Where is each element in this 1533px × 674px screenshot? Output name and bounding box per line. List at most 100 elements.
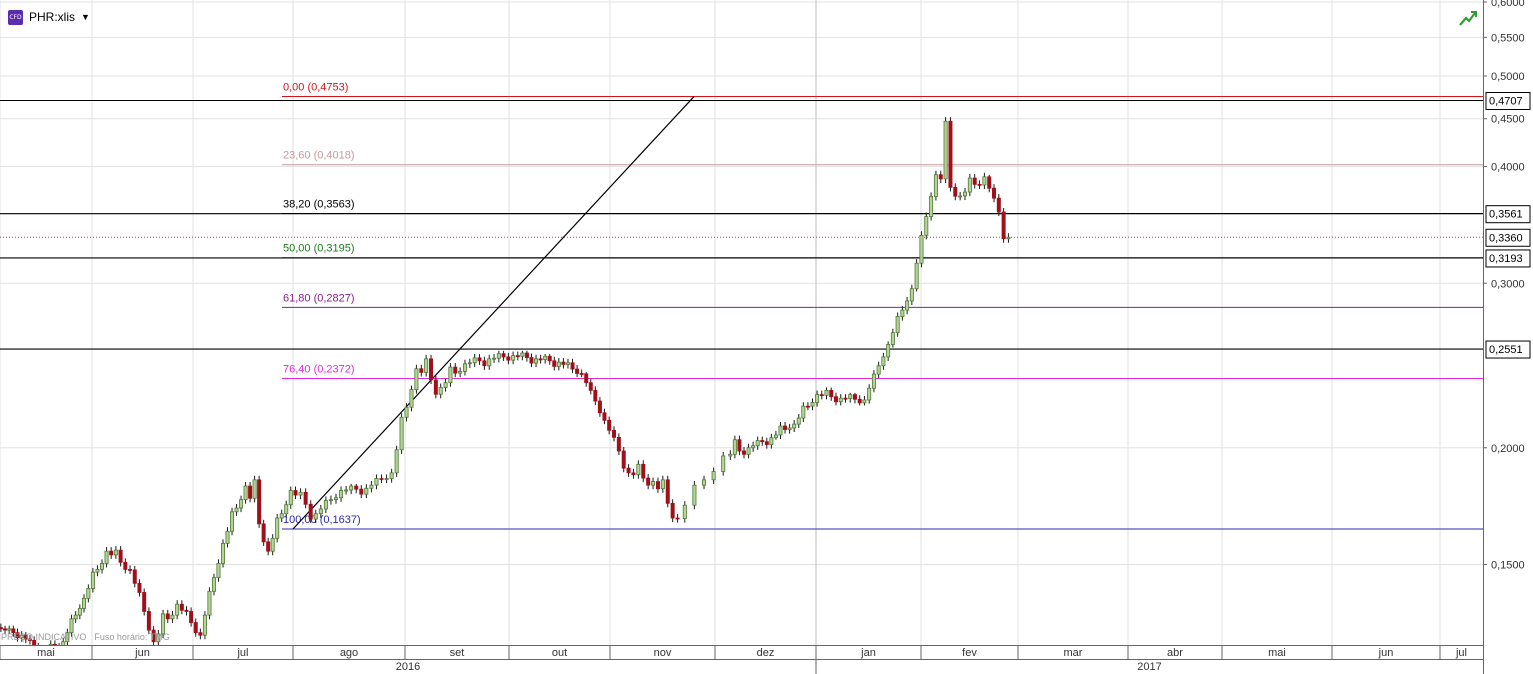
candle-body xyxy=(871,373,876,389)
candle-body xyxy=(128,568,133,571)
candle-body xyxy=(369,484,374,489)
candle-body xyxy=(184,609,189,612)
candle-body xyxy=(801,405,806,419)
candle-body xyxy=(943,120,948,180)
candle-body xyxy=(359,488,364,495)
fib-level-label: 100,00 (0,1637) xyxy=(283,514,361,526)
month-label[interactable]: fev xyxy=(962,647,977,659)
month-label[interactable]: jul xyxy=(1455,647,1467,659)
candle-body xyxy=(69,618,74,634)
candle-body xyxy=(339,490,344,499)
year-label[interactable]: 2017 xyxy=(1137,661,1161,673)
candle-body xyxy=(453,366,458,374)
candle-body xyxy=(670,502,675,519)
candle-body xyxy=(584,373,589,384)
month-label[interactable]: jun xyxy=(134,647,150,659)
candle-body xyxy=(225,530,230,544)
month-label[interactable]: jul xyxy=(236,647,248,659)
candle-body xyxy=(467,362,472,365)
candle-body xyxy=(433,379,438,395)
month-label[interactable]: abr xyxy=(1167,647,1183,659)
candle-body xyxy=(364,487,369,495)
candle-body xyxy=(443,382,448,388)
candle-body xyxy=(783,425,788,430)
candle-body xyxy=(323,500,328,510)
candle-body xyxy=(895,316,900,334)
candle-body xyxy=(711,471,716,481)
candle-body xyxy=(616,436,621,452)
year-label[interactable]: 2016 xyxy=(396,661,420,673)
candle-body xyxy=(778,425,783,436)
candle-body xyxy=(992,187,997,199)
price-tick-label: 0,6000 xyxy=(1491,0,1525,9)
candle-body xyxy=(448,366,453,384)
candle-body xyxy=(787,427,792,430)
candle-body xyxy=(641,463,646,479)
candle-body xyxy=(374,478,379,486)
candle-body xyxy=(175,603,180,616)
month-label[interactable]: ago xyxy=(340,647,358,659)
candle-body xyxy=(958,195,963,198)
candle-body xyxy=(810,402,815,407)
price-marker-label[interactable]: 0,4707 xyxy=(1489,95,1523,107)
candle-body xyxy=(721,455,726,472)
price-marker-label[interactable]: 0,3360 xyxy=(1489,232,1523,244)
candlestick-chart[interactable]: 0,00 (0,4753) 23,60 (0,4018) 38,20 (0,3563… xyxy=(0,0,1533,674)
time-axis[interactable]: mai jun jul ago set out nov dez jan fev mar abr mai j… xyxy=(0,645,1483,674)
candle-body xyxy=(824,389,829,396)
price-axis[interactable]: 0,6000 0,5500 0,5000 0,4500 0,4000 0,3000 0,20… xyxy=(1483,0,1533,674)
price-tick-label: 0,1500 xyxy=(1491,559,1525,571)
candle-body xyxy=(938,174,943,180)
candle-body xyxy=(886,344,891,358)
candle-body xyxy=(655,481,660,490)
candle-body xyxy=(867,387,872,401)
timezone-note: Fuso horário: TMG xyxy=(94,632,170,642)
month-label[interactable]: mai xyxy=(1268,647,1286,659)
candle-body xyxy=(948,120,953,188)
month-label[interactable]: dez xyxy=(757,647,775,659)
month-label[interactable]: out xyxy=(552,647,567,659)
candle-body xyxy=(428,358,433,381)
candle-body xyxy=(852,394,857,400)
fib-level-label: 23,60 (0,4018) xyxy=(283,150,355,162)
candle-body xyxy=(702,479,707,486)
candle-body xyxy=(626,467,631,474)
candle-body xyxy=(741,450,746,455)
month-label[interactable]: jun xyxy=(1378,647,1394,659)
month-label[interactable]: jan xyxy=(860,647,876,659)
candle-body xyxy=(829,389,834,398)
fib-level-label: 61,80 (0,2827) xyxy=(283,292,355,304)
candle-body xyxy=(284,504,289,515)
trend-chart-icon[interactable] xyxy=(1458,8,1478,28)
price-marker-label[interactable]: 0,3561 xyxy=(1489,209,1523,221)
candle-body xyxy=(631,472,636,475)
month-label[interactable]: set xyxy=(450,647,465,659)
candle-body xyxy=(118,549,123,563)
candle-body xyxy=(570,362,575,370)
candle-body xyxy=(520,352,525,357)
candle-body xyxy=(313,513,318,520)
month-label[interactable]: mai xyxy=(37,647,55,659)
candle-body xyxy=(933,174,938,197)
candle-body xyxy=(843,397,848,400)
price-marker-label[interactable]: 0,2551 xyxy=(1489,344,1523,356)
candle-body xyxy=(929,196,934,217)
price-tick-label: 0,5500 xyxy=(1491,32,1525,44)
candle-body xyxy=(404,406,409,418)
month-label[interactable]: nov xyxy=(654,647,672,659)
candle-body xyxy=(137,582,142,593)
month-label[interactable]: mar xyxy=(1064,647,1083,659)
candle-body xyxy=(602,412,607,421)
candle-body xyxy=(612,429,617,438)
price-tick-label: 0,4000 xyxy=(1491,162,1525,174)
candle-body xyxy=(170,614,175,620)
candle-body xyxy=(472,357,477,364)
candle-body xyxy=(462,363,467,372)
horizontal-lines[interactable] xyxy=(0,99,1483,350)
candle-body xyxy=(211,577,216,592)
candle-body xyxy=(561,361,566,365)
candle-body xyxy=(972,177,977,185)
instrument-selector[interactable]: CFD PHR:xlis ▼ xyxy=(8,8,90,26)
price-marker-label[interactable]: 0,3193 xyxy=(1489,253,1523,265)
candle-body xyxy=(81,597,86,609)
